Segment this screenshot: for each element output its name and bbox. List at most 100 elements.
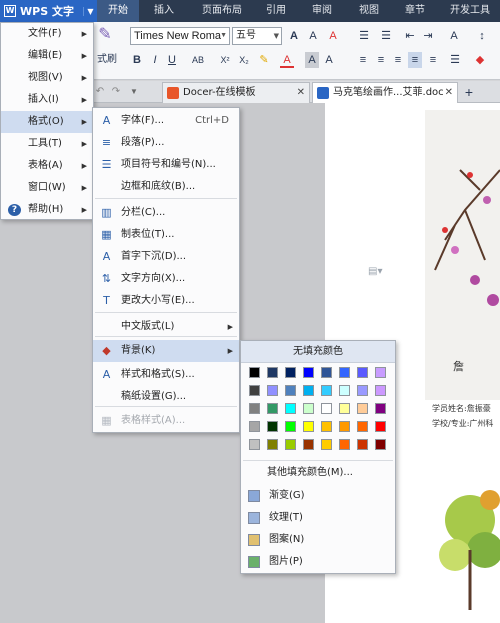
color-swatch[interactable] <box>285 439 296 450</box>
phonetic-icon[interactable]: A <box>322 52 336 68</box>
clear-format-icon[interactable]: A <box>326 28 340 44</box>
main-menu-item-2[interactable]: 视图(V) ▶ <box>1 67 93 89</box>
color-swatch[interactable] <box>267 403 278 414</box>
distribute-icon[interactable]: ≡ <box>426 52 440 68</box>
tab-4[interactable]: 审阅 <box>300 0 344 22</box>
color-swatch[interactable] <box>357 403 368 414</box>
main-menu-item-0[interactable]: 文件(F) ▶ <box>1 23 93 45</box>
format-menu-item-0[interactable]: A 字体(F)... Ctrl+D <box>93 110 239 132</box>
superscript-button[interactable]: X² <box>217 52 233 68</box>
color-swatch[interactable] <box>321 421 332 432</box>
color-swatch[interactable] <box>321 439 332 450</box>
underline-button[interactable]: U <box>165 52 179 68</box>
color-swatch[interactable] <box>303 439 314 450</box>
paste-options-icon[interactable]: ▤▾ <box>368 266 382 277</box>
format-menu-item-5[interactable]: ▦ 制表位(T)... <box>93 224 239 246</box>
tab-5[interactable]: 视图 <box>347 0 391 22</box>
background-item-0[interactable]: 渐变(G) <box>241 485 395 507</box>
format-menu-item-2[interactable]: ☰ 项目符号和编号(N)... <box>93 154 239 176</box>
back-icon[interactable]: ↶ <box>94 84 106 100</box>
color-swatch[interactable] <box>357 367 368 378</box>
main-menu-item-3[interactable]: 插入(I) ▶ <box>1 89 93 111</box>
color-swatch[interactable] <box>267 421 278 432</box>
no-fill-option[interactable]: 无填充颜色 <box>241 341 395 363</box>
bold-button[interactable]: B <box>130 52 144 68</box>
color-swatch[interactable] <box>285 403 296 414</box>
char-shading-icon[interactable]: A <box>305 52 319 68</box>
color-swatch[interactable] <box>375 367 386 378</box>
grow-font-icon[interactable]: A <box>287 28 301 44</box>
color-swatch[interactable] <box>249 439 260 450</box>
tab-2[interactable]: 页面布局 <box>192 0 252 22</box>
format-painter-icon[interactable]: ✎ <box>94 27 116 43</box>
color-swatch[interactable] <box>285 421 296 432</box>
format-menu-item-1[interactable]: ≡ 段落(P)... <box>93 132 239 154</box>
color-swatch[interactable] <box>321 403 332 414</box>
color-swatch[interactable] <box>267 385 278 396</box>
subscript-button[interactable]: X₂ <box>236 52 252 68</box>
format-menu-item-8[interactable]: T 更改大小写(E)... <box>93 290 239 312</box>
main-menu-item-5[interactable]: 工具(T) ▶ <box>1 133 93 155</box>
color-swatch[interactable] <box>249 403 260 414</box>
main-menu-item-1[interactable]: 编辑(E) ▶ <box>1 45 93 67</box>
background-item-2[interactable]: 图案(N) <box>241 529 395 551</box>
color-swatch[interactable] <box>321 385 332 396</box>
format-menu-item-3[interactable]: 边框和底纹(B)... <box>93 176 239 198</box>
color-swatch[interactable] <box>339 439 350 450</box>
color-swatch[interactable] <box>321 367 332 378</box>
align-right-icon[interactable]: ≡ <box>391 52 405 68</box>
main-menu-item-6[interactable]: 表格(A) ▶ <box>1 155 93 177</box>
color-swatch[interactable] <box>375 403 386 414</box>
main-menu-item-7[interactable]: 窗口(W) ▶ <box>1 177 93 199</box>
format-menu-item-12[interactable]: 稿纸设置(G)... <box>93 386 239 408</box>
align-left-icon[interactable]: ≡ <box>356 52 370 68</box>
tab-3[interactable]: 引用 <box>256 0 296 22</box>
shading-icon[interactable]: ◆ <box>472 52 488 68</box>
font-size-select[interactable]: 五号 ▼ <box>232 27 282 45</box>
color-swatch[interactable] <box>285 367 296 378</box>
tab-1[interactable]: 插入 <box>140 0 188 22</box>
color-swatch[interactable] <box>249 421 260 432</box>
color-swatch[interactable] <box>375 439 386 450</box>
color-swatch[interactable] <box>249 367 260 378</box>
color-swatch[interactable] <box>339 385 350 396</box>
color-swatch[interactable] <box>339 367 350 378</box>
line-spacing-icon[interactable]: ☰ <box>448 52 462 68</box>
color-swatch[interactable] <box>357 439 368 450</box>
forward-icon[interactable]: ↷ <box>110 84 122 100</box>
format-menu-item-11[interactable]: A 样式和格式(S)... <box>93 364 239 386</box>
more-fill-colors-item[interactable]: 其他填充颜色(M)... <box>241 462 395 484</box>
indent-icon[interactable]: ⇤ <box>402 28 418 44</box>
justify-icon[interactable]: ≡ <box>408 52 422 68</box>
wps-app-button[interactable]: W WPS 文字 ▼ <box>0 0 97 22</box>
shrink-font-icon[interactable]: A <box>306 28 320 44</box>
close-icon[interactable]: ✕ <box>297 83 305 103</box>
sort-icon[interactable]: ↕ <box>474 28 490 44</box>
color-swatch[interactable] <box>357 385 368 396</box>
format-menu-item-10[interactable]: ◆ 背景(K) ▶ <box>93 340 239 362</box>
italic-button[interactable]: I <box>148 52 162 68</box>
text-direction-icon[interactable]: A <box>446 28 462 44</box>
color-swatch[interactable] <box>285 385 296 396</box>
main-menu-item-8[interactable]: ? 帮助(H) ▶ <box>1 199 93 221</box>
numbering-icon[interactable]: ☰ <box>378 28 394 44</box>
new-tab-icon[interactable]: + <box>462 84 476 100</box>
close-icon[interactable]: ✕ <box>445 83 453 103</box>
tab-6[interactable]: 章节 <box>393 0 437 22</box>
format-menu-item-7[interactable]: ⇅ 文字方向(X)... <box>93 268 239 290</box>
font-name-select[interactable]: Times New Roma ▼ <box>130 27 230 45</box>
doc-tab-docer[interactable]: Docer-在线模板 ✕ <box>162 82 310 103</box>
tab-7[interactable]: 开发工具 <box>440 0 500 22</box>
color-swatch[interactable] <box>357 421 368 432</box>
doc-tab-document[interactable]: 马克笔绘画作...艾菲.doc ✕ <box>312 82 458 103</box>
background-item-3[interactable]: 图片(P) <box>241 551 395 573</box>
background-item-1[interactable]: 纹理(T) <box>241 507 395 529</box>
color-swatch[interactable] <box>339 421 350 432</box>
format-painter-label[interactable]: 式刷 <box>93 52 121 68</box>
main-menu-item-4[interactable]: 格式(O) ▶ <box>1 111 93 133</box>
color-swatch[interactable] <box>303 403 314 414</box>
color-swatch[interactable] <box>303 421 314 432</box>
color-swatch[interactable] <box>303 367 314 378</box>
format-menu-item-9[interactable]: 中文版式(L) ▶ <box>93 316 239 338</box>
font-color-icon[interactable]: A <box>280 52 294 68</box>
